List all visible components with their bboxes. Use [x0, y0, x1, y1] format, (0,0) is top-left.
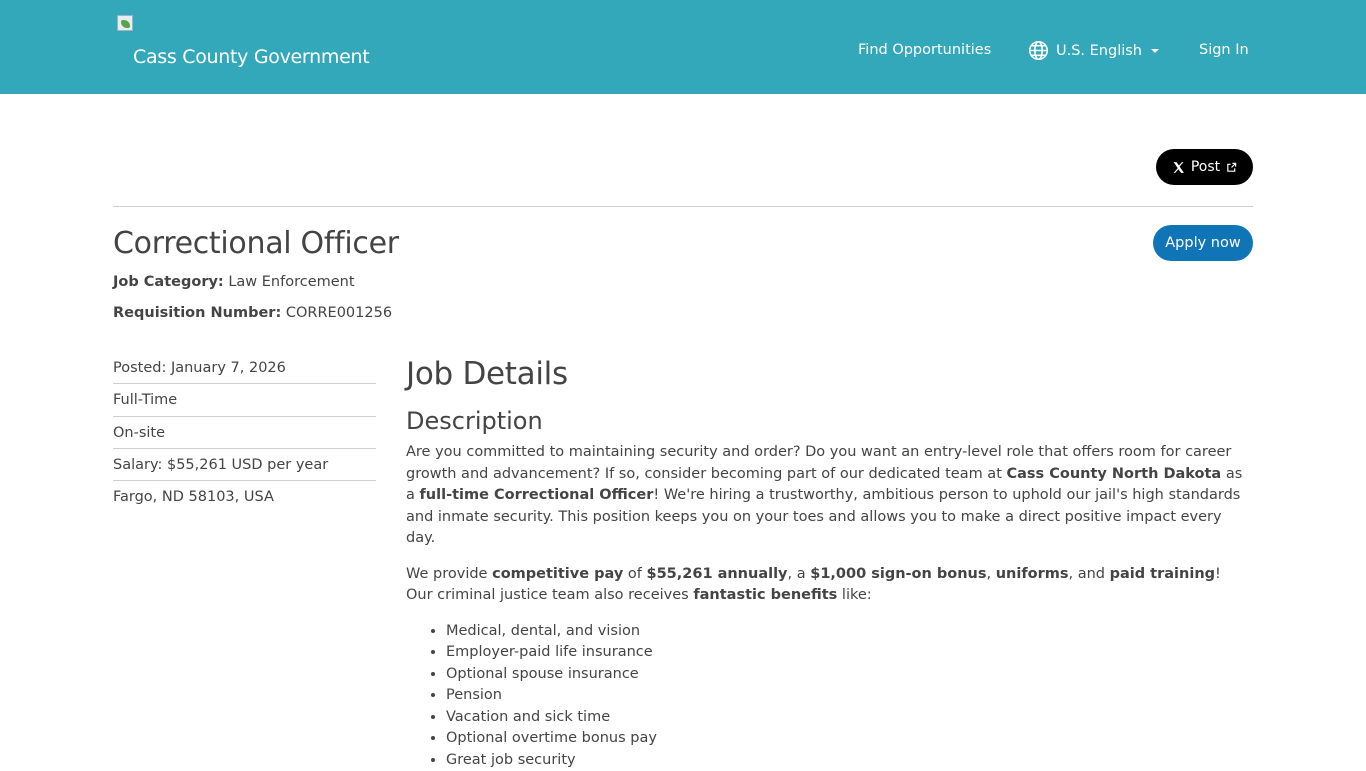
job-location: Fargo, ND 58103, USA [113, 481, 376, 513]
nav-find-opportunities[interactable]: Find Opportunities [858, 42, 991, 58]
description-heading: Description [406, 406, 1252, 436]
benefits-list: Medical, dental, and vision Employer-pai… [406, 621, 1252, 771]
job-category: Job Category: Law Enforcement [113, 274, 355, 290]
language-selector[interactable]: U.S. English [1028, 40, 1159, 61]
posted-date: Posted: January 7, 2026 [113, 352, 376, 384]
external-link-icon [1226, 162, 1237, 173]
language-label: U.S. English [1056, 43, 1142, 59]
list-item: Medical, dental, and vision [446, 621, 1252, 643]
requisition-number: Requisition Number: CORRE001256 [113, 305, 392, 321]
post-label: Post [1191, 159, 1220, 175]
x-post-button[interactable]: Post [1156, 149, 1253, 185]
job-summary-sidebar: Posted: January 7, 2026 Full-Time On-sit… [113, 352, 376, 513]
job-details-section: Job Details Description Are you committe… [406, 356, 1252, 771]
employment-type: Full-Time [113, 384, 376, 416]
requisition-value: CORRE001256 [286, 305, 392, 321]
list-item: Optional spouse insurance [446, 664, 1252, 686]
globe-icon [1028, 40, 1049, 61]
broken-logo-image-icon[interactable] [117, 15, 133, 31]
job-category-value: Law Enforcement [228, 274, 354, 290]
nav-sign-in[interactable]: Sign In [1199, 42, 1249, 58]
divider [113, 206, 1253, 207]
requisition-label: Requisition Number: [113, 305, 281, 321]
caret-down-icon [1151, 49, 1159, 53]
list-item: Pension [446, 685, 1252, 707]
job-details-heading: Job Details [406, 356, 1252, 392]
x-logo-icon [1172, 161, 1185, 174]
job-title: Correctional Officer [113, 226, 399, 261]
apply-now-button[interactable]: Apply now [1153, 225, 1253, 261]
list-item: Vacation and sick time [446, 707, 1252, 729]
work-location-type: On-site [113, 417, 376, 449]
salary: Salary: $55,261 USD per year [113, 449, 376, 481]
list-item: Employer-paid life insurance [446, 642, 1252, 664]
job-category-label: Job Category: [113, 274, 224, 290]
list-item: Optional overtime bonus pay [446, 728, 1252, 750]
description-paragraph-1: Are you committed to maintaining securit… [406, 442, 1252, 550]
description-paragraph-2: We provide competitive pay of $55,261 an… [406, 564, 1252, 607]
brand-name[interactable]: Cass County Government [133, 46, 369, 68]
site-header: Cass County Government Find Opportunitie… [0, 0, 1366, 94]
